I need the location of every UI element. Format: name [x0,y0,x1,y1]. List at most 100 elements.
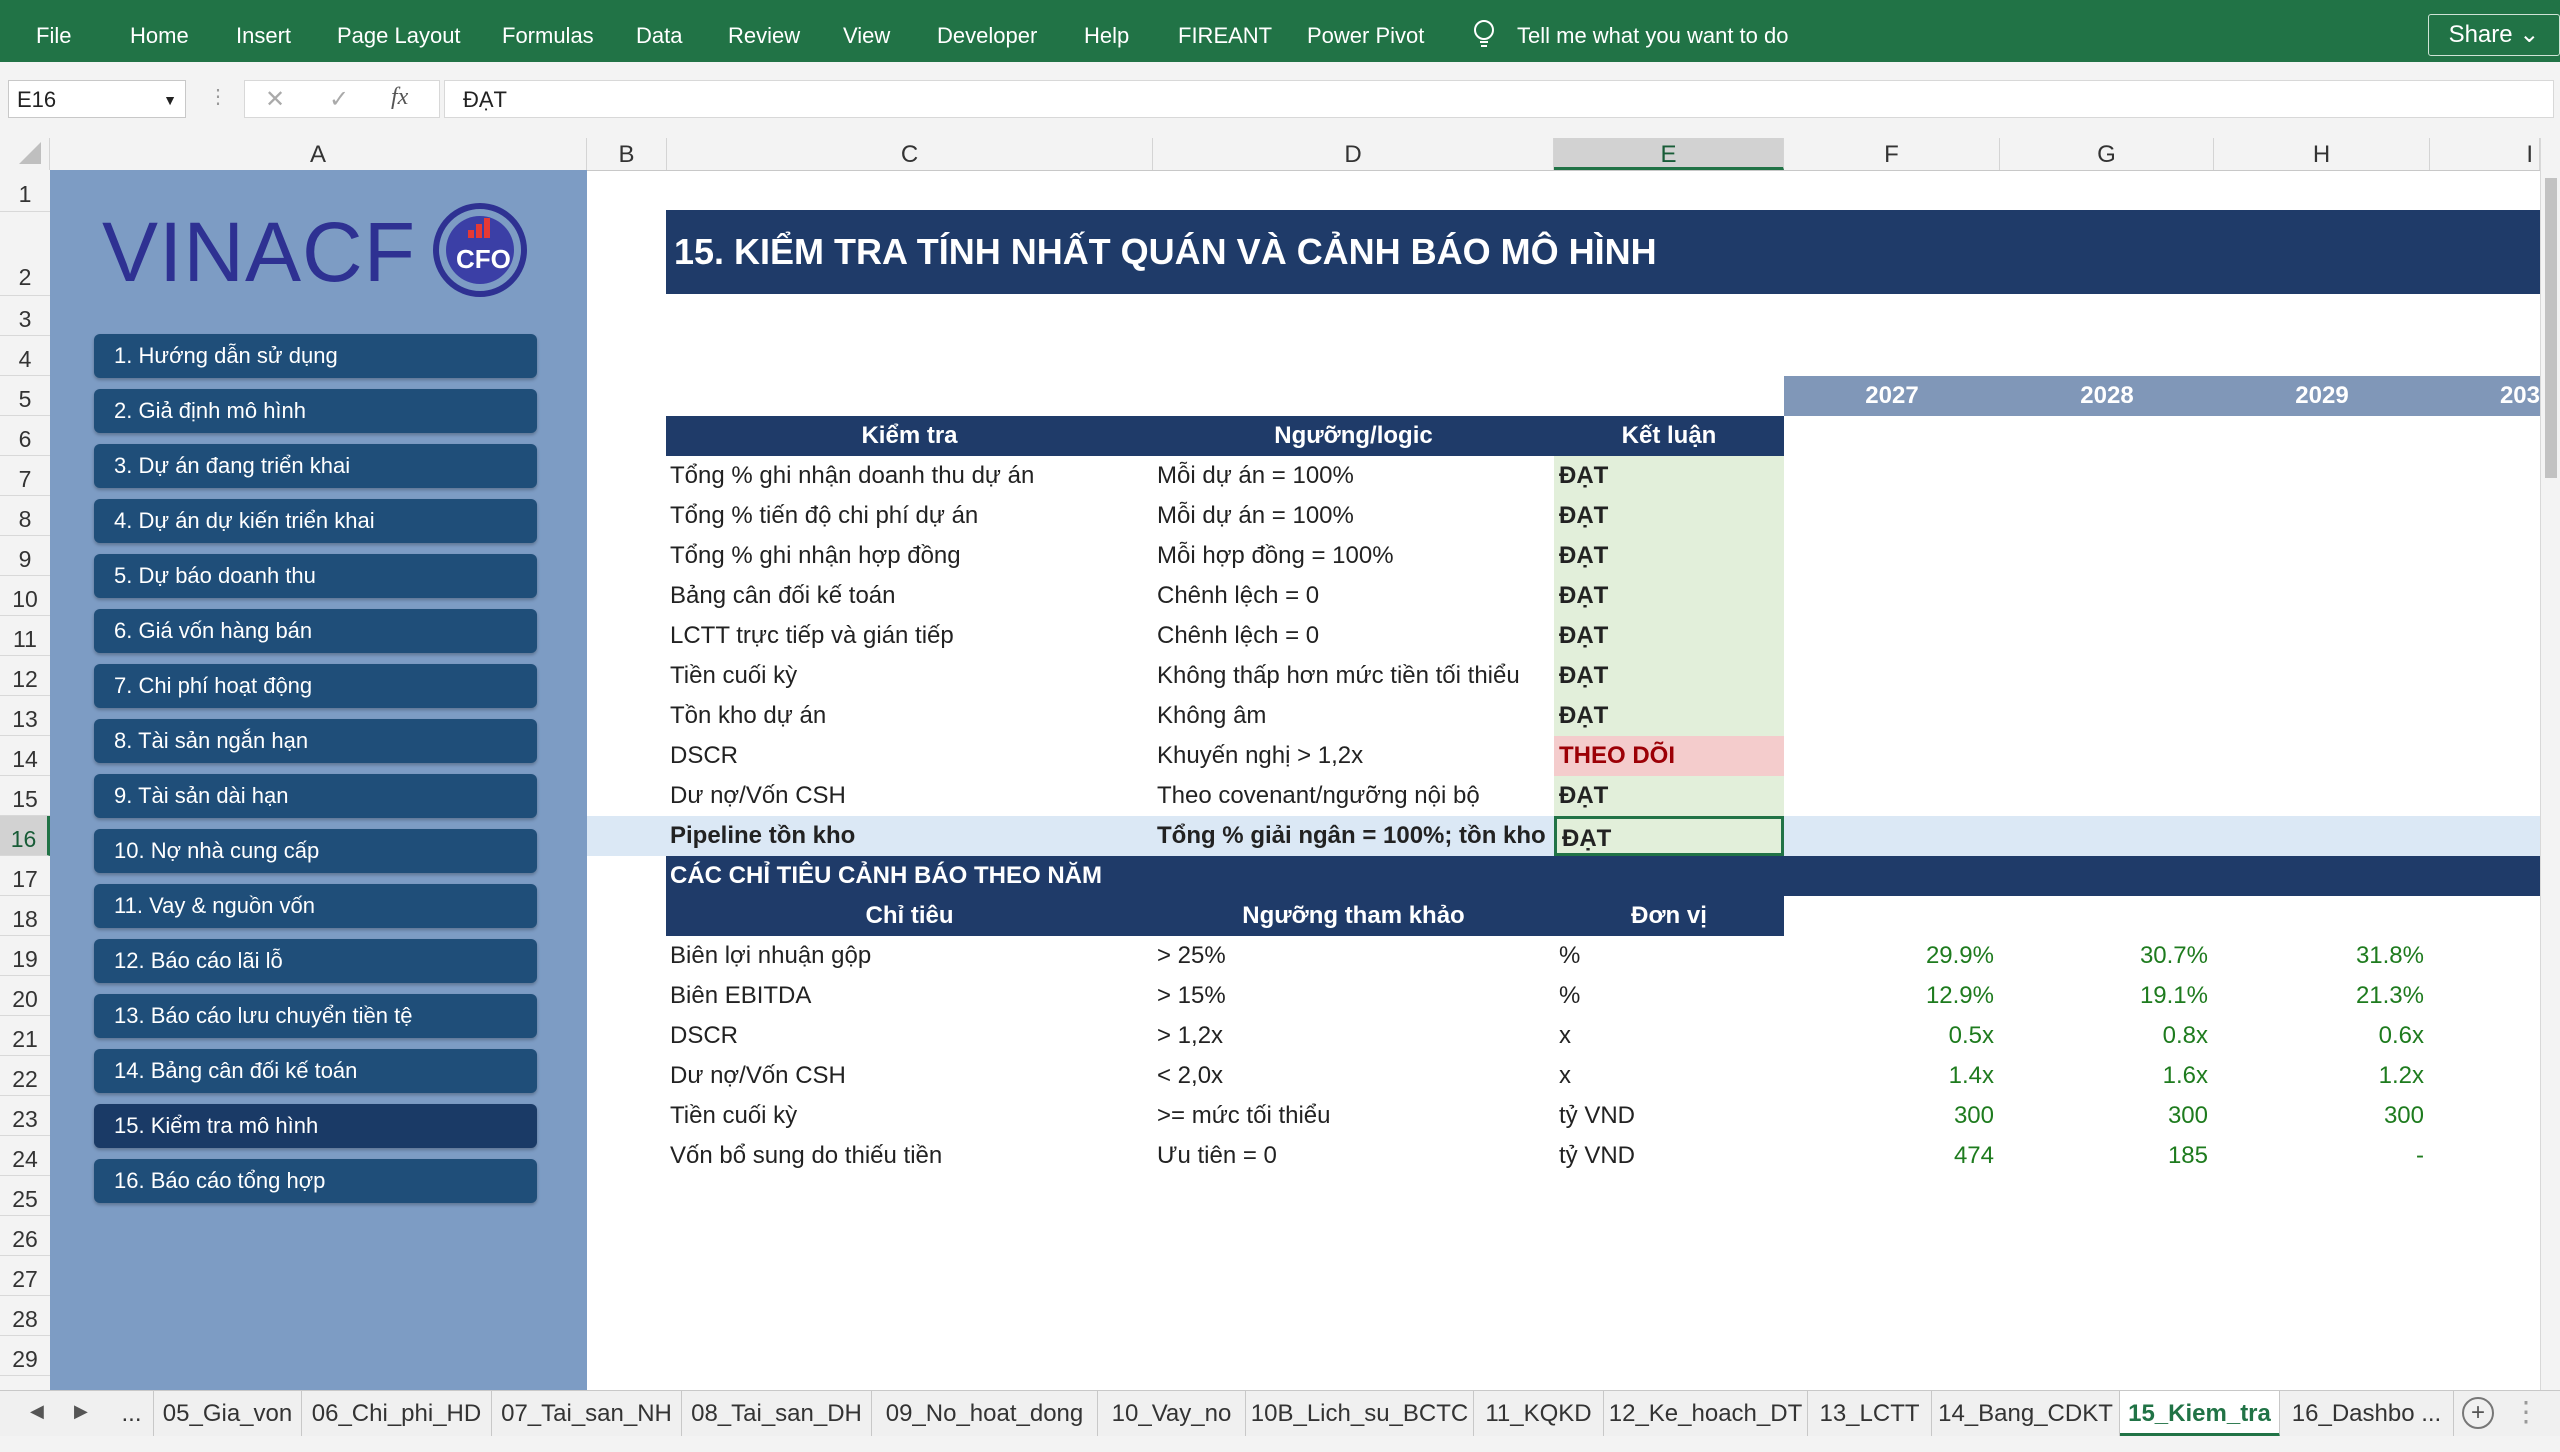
column-header-h[interactable]: H [2214,138,2430,170]
formula-input[interactable]: ĐẠT [444,80,2554,118]
row-header[interactable]: 22 [0,1056,50,1096]
sheet-tab[interactable]: 10_Vay_no [1098,1391,1246,1437]
chevron-down-icon[interactable]: ▼ [163,81,177,119]
row-header[interactable]: 17 [0,856,50,896]
row-header[interactable]: 4 [0,336,50,376]
nav-button-chi-phi[interactable]: 7. Chi phí hoạt động [94,664,537,708]
more-options-icon[interactable]: ⋮ [2512,1395,2540,1428]
row-header[interactable]: 13 [0,696,50,736]
row-header[interactable]: 25 [0,1176,50,1216]
vertical-scrollbar[interactable] [2540,138,2560,1390]
nav-button-du-an-dang[interactable]: 3. Dự án đang triển khai [94,444,537,488]
tab-help[interactable]: Help [1084,0,1129,62]
sheet-tab-more[interactable]: ... [110,1391,154,1437]
check-result[interactable]: ĐẠT [1554,696,1784,736]
check-result-warning[interactable]: THEO DÕI [1554,736,1784,776]
row-header[interactable]: 29 [0,1336,50,1376]
tab-insert[interactable]: Insert [236,0,291,62]
row-header[interactable]: 24 [0,1136,50,1176]
tab-review[interactable]: Review [728,0,800,62]
tab-page-layout[interactable]: Page Layout [337,0,461,62]
sheet-tab[interactable]: 16_Dashbo ... [2280,1391,2454,1437]
row-header[interactable]: 18 [0,896,50,936]
nav-button-tai-san-dai-han[interactable]: 9. Tài sản dài hạn [94,774,537,818]
check-result[interactable]: ĐẠT [1554,776,1784,816]
row-header[interactable]: 5 [0,376,50,416]
sheet-tab[interactable]: 07_Tai_san_NH [492,1391,682,1437]
nav-button-du-an-du-kien[interactable]: 4. Dự án dự kiến triển khai [94,499,537,543]
tell-me-search[interactable]: Tell me what you want to do [1517,0,1788,62]
selected-cell-e16[interactable]: ĐẠT [1554,816,1784,856]
sheet-tab[interactable]: 09_No_hoat_dong [872,1391,1098,1437]
nav-button-cdkt[interactable]: 14. Bảng cân đối kế toán [94,1049,537,1093]
row-header[interactable]: 2 [0,212,50,296]
nav-button-kiem-tra[interactable]: 15. Kiểm tra mô hình [94,1104,537,1148]
column-header-d[interactable]: D [1153,138,1554,170]
scroll-right-icon[interactable]: ▶ [74,1401,88,1422]
row-header[interactable]: 9 [0,536,50,576]
column-header-g[interactable]: G [2000,138,2214,170]
add-sheet-icon[interactable]: + [2462,1397,2494,1429]
tab-file[interactable]: File [36,0,71,62]
nav-button-gia-dinh[interactable]: 2. Giả định mô hình [94,389,537,433]
row-header[interactable]: 21 [0,1016,50,1056]
row-header[interactable]: 12 [0,656,50,696]
check-result[interactable]: ĐẠT [1554,536,1784,576]
row-header[interactable]: 11 [0,616,50,656]
name-box[interactable]: E16 ▼ [8,80,186,118]
row-header[interactable]: 3 [0,296,50,336]
check-result[interactable]: ĐẠT [1554,656,1784,696]
row-header-selected[interactable]: 16 [0,816,50,856]
row-header[interactable]: 19 [0,936,50,976]
sheet-tab[interactable]: 13_LCTT [1808,1391,1932,1437]
check-result[interactable]: ĐẠT [1554,616,1784,656]
row-header[interactable]: 28 [0,1296,50,1336]
column-header-b[interactable]: B [587,138,667,170]
nav-button-tong-hop[interactable]: 16. Báo cáo tổng hợp [94,1159,537,1203]
sheet-tab[interactable]: 10B_Lich_su_BCTC [1246,1391,1474,1437]
check-result[interactable]: ĐẠT [1554,456,1784,496]
check-result[interactable]: ĐẠT [1554,496,1784,536]
sheet-tab[interactable]: 06_Chi_phi_HD [302,1391,492,1437]
nav-button-gia-von[interactable]: 6. Giá vốn hàng bán [94,609,537,653]
nav-button-lai-lo[interactable]: 12. Báo cáo lãi lỗ [94,939,537,983]
row-header[interactable]: 15 [0,776,50,816]
sheet-tab[interactable]: 14_Bang_CDKT [1932,1391,2120,1437]
row-header[interactable]: 6 [0,416,50,456]
sheet-tab[interactable]: 08_Tai_san_DH [682,1391,872,1437]
function-icon[interactable]: fx [391,84,408,111]
tab-view[interactable]: View [843,0,890,62]
row-header[interactable]: 23 [0,1096,50,1136]
check-result[interactable]: ĐẠT [1554,576,1784,616]
sheet-tab[interactable]: 12_Ke_hoach_DT [1604,1391,1808,1437]
column-header-a[interactable]: A [50,138,587,170]
row-header[interactable]: 20 [0,976,50,1016]
cancel-icon[interactable]: ✕ [265,85,285,114]
select-all-corner[interactable] [0,138,50,170]
nav-button-huong-dan[interactable]: 1. Hướng dẫn sử dụng [94,334,537,378]
nav-button-tai-san-ngan-han[interactable]: 8. Tài sản ngắn hạn [94,719,537,763]
tab-data[interactable]: Data [636,0,682,62]
column-header-i[interactable]: I [2430,138,2540,170]
row-header[interactable]: 26 [0,1216,50,1256]
tab-developer[interactable]: Developer [937,0,1037,62]
check-icon[interactable]: ✓ [329,85,349,114]
scroll-left-icon[interactable]: ◀ [30,1401,44,1422]
column-header-e[interactable]: E [1554,138,1784,170]
sheet-tab[interactable]: 05_Gia_von [154,1391,302,1437]
column-header-f[interactable]: F [1784,138,2000,170]
nav-button-no-ncc[interactable]: 10. Nợ nhà cung cấp [94,829,537,873]
row-header[interactable]: 14 [0,736,50,776]
row-header[interactable]: 27 [0,1256,50,1296]
row-header[interactable]: 10 [0,576,50,616]
sheet-tab[interactable]: 11_KQKD [1474,1391,1604,1437]
column-header-c[interactable]: C [667,138,1153,170]
sheet-tab-active[interactable]: 15_Kiem_tra [2120,1391,2280,1437]
tab-home[interactable]: Home [130,0,189,62]
row-header[interactable]: 7 [0,456,50,496]
share-button[interactable]: Share ⌄ [2428,14,2560,56]
tab-power-pivot[interactable]: Power Pivot [1307,0,1424,62]
nav-button-lctt[interactable]: 13. Báo cáo lưu chuyển tiền tệ [94,994,537,1038]
nav-button-vay[interactable]: 11. Vay & nguồn vốn [94,884,537,928]
scrollbar-thumb[interactable] [2545,178,2557,478]
